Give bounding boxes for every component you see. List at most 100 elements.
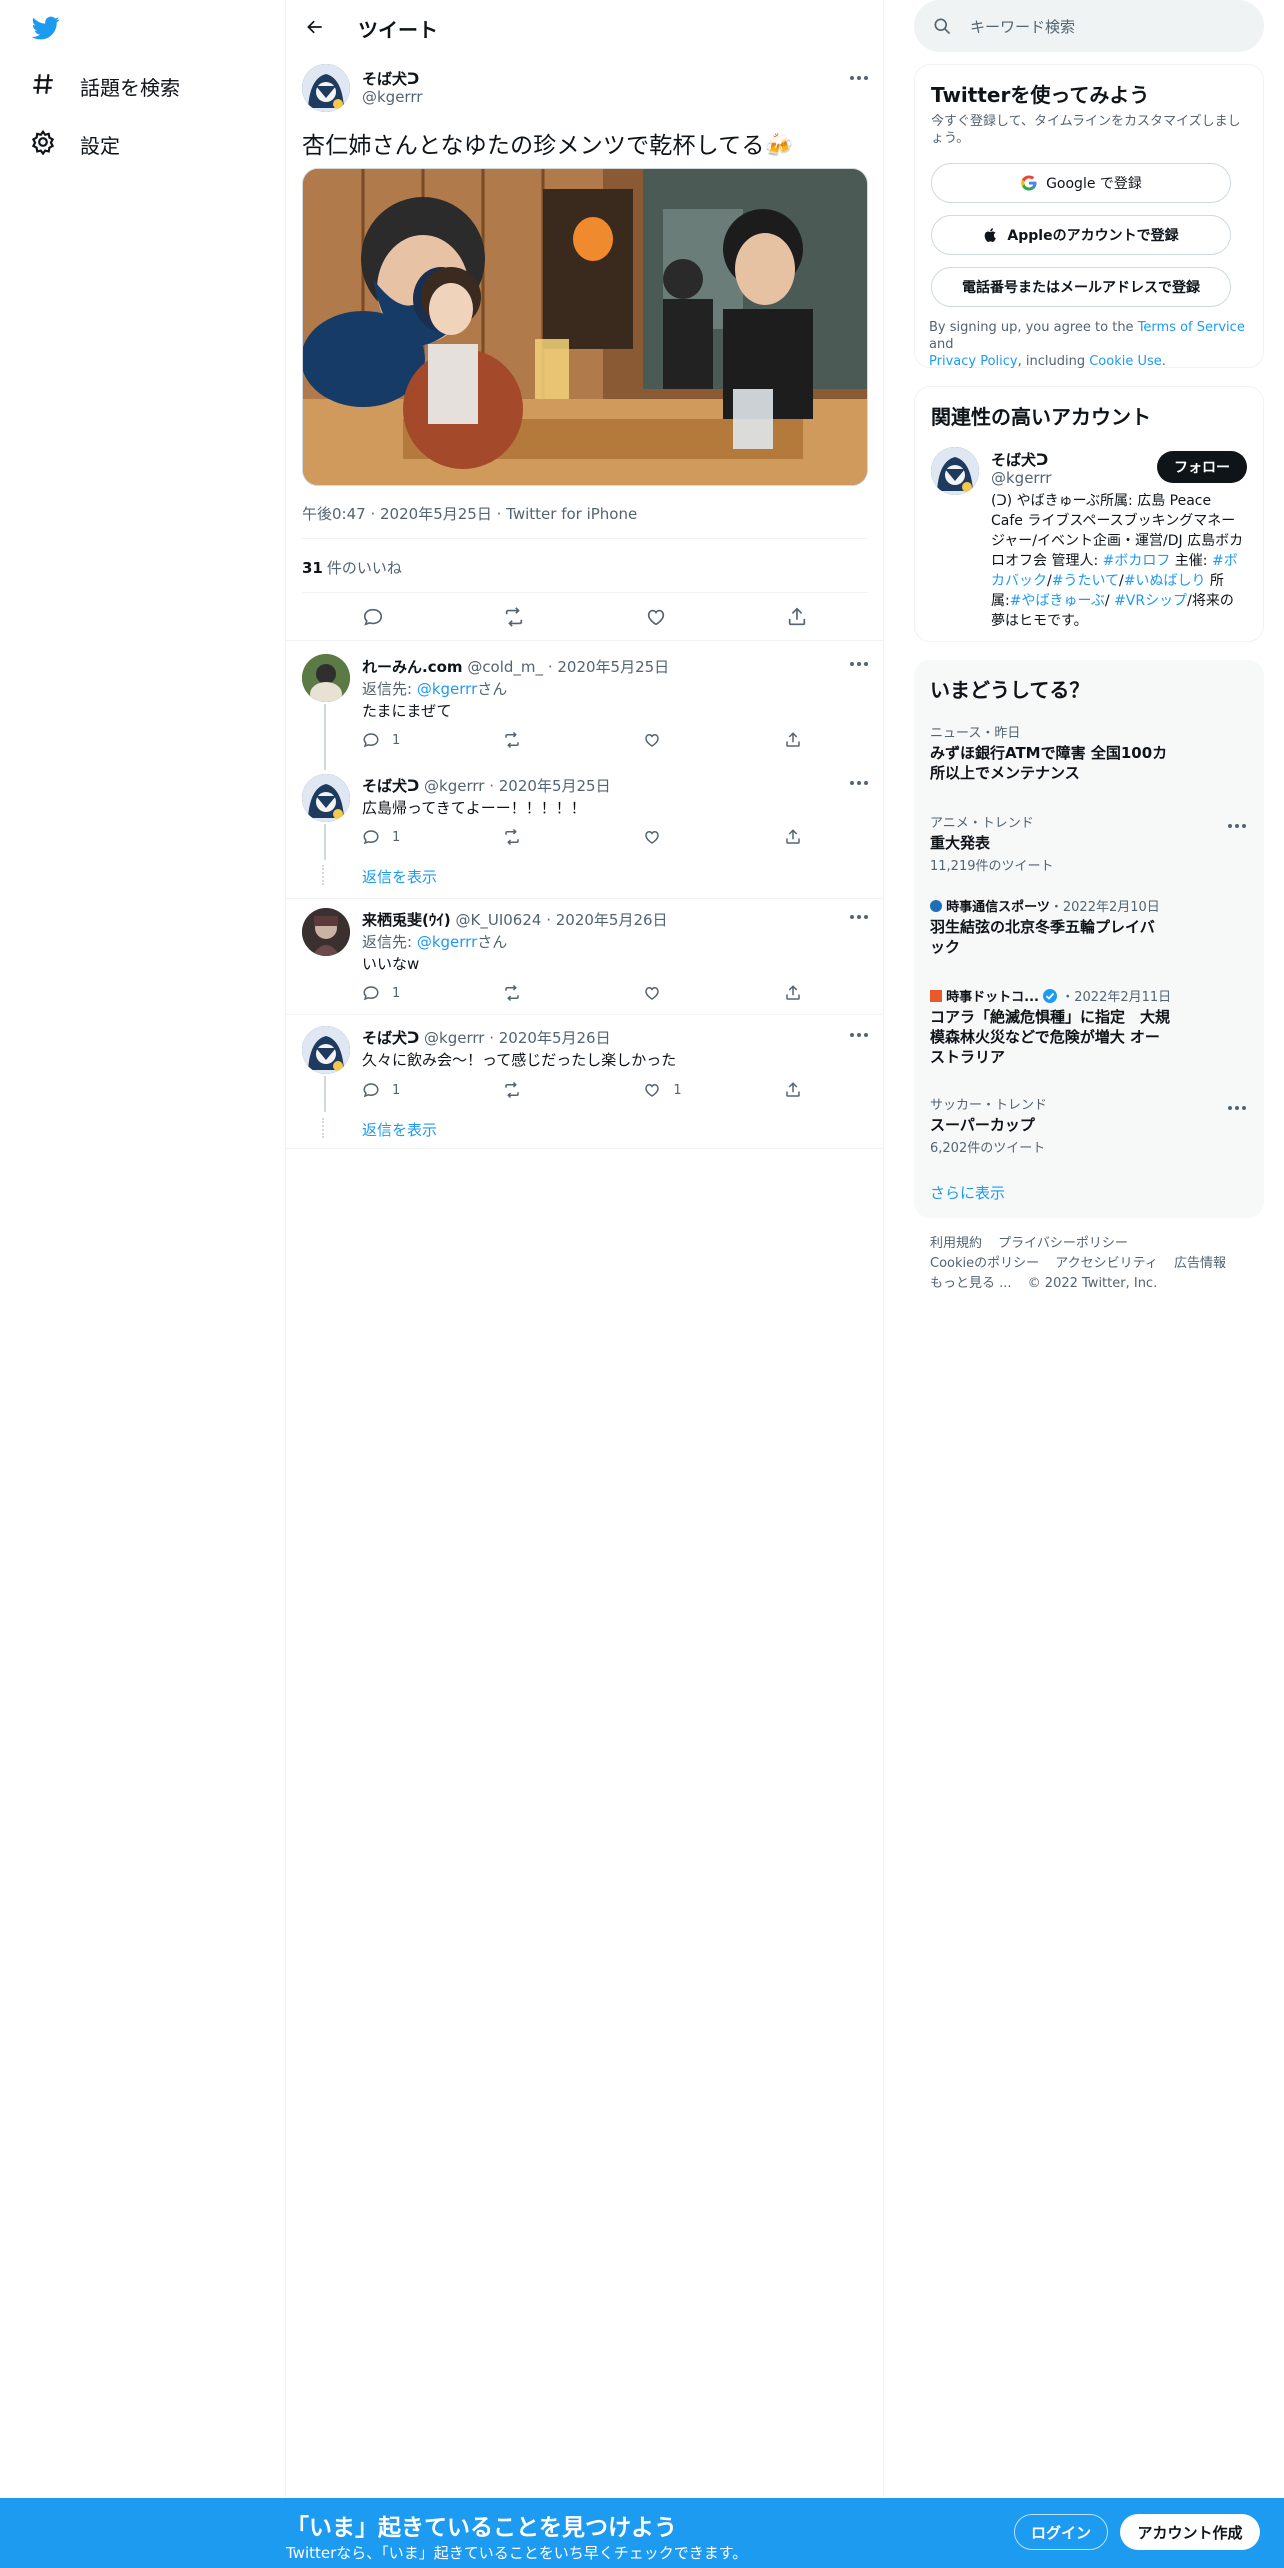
create-account-button[interactable]: アカウント作成 (1120, 2514, 1260, 2550)
back-arrow-icon[interactable] (300, 12, 330, 42)
search-icon (934, 18, 951, 35)
tweet-client: Twitter for iPhone (506, 505, 638, 523)
reply-date[interactable]: 2020年5月25日 (499, 777, 611, 795)
bio-hashtag[interactable]: #やばきゅーぶ (1010, 593, 1105, 609)
bio-hashtag[interactable]: #うたいて (1052, 573, 1119, 589)
footer-terms[interactable]: 利用規約 (930, 1236, 982, 1251)
trend-item[interactable]: アニメ・トレンド 重大発表 11,219件のツイート (930, 812, 1250, 874)
related-name[interactable]: そば犬ᑐ (991, 449, 1048, 470)
page-title: ツイート (358, 18, 438, 42)
bio-hashtag[interactable]: #VRシップ (1114, 593, 1187, 609)
reply-date[interactable]: 2020年5月26日 (556, 911, 668, 929)
reply-handle[interactable]: @kgerrr (424, 1029, 484, 1047)
more-options-icon[interactable] (850, 781, 868, 785)
follow-button[interactable]: フォロー (1157, 451, 1247, 483)
author-handle[interactable]: @kgerrr (362, 88, 422, 106)
like-button[interactable] (643, 984, 743, 1002)
google-signup-button[interactable]: Google で登録 (931, 163, 1231, 203)
share-icon[interactable] (786, 606, 808, 632)
retweet-button[interactable] (503, 731, 603, 749)
footer-cookie[interactable]: Cookieのポリシー (930, 1256, 1039, 1271)
phone-signup-label: 電話番号またはメールアドレスで登録 (962, 280, 1200, 296)
reply-button[interactable]: 1 (362, 984, 462, 1002)
like-button[interactable] (643, 828, 743, 846)
reply-icon[interactable] (362, 606, 384, 632)
reply-name[interactable]: そば犬ᑐ (362, 1029, 419, 1047)
twitter-logo-icon[interactable] (30, 14, 66, 44)
footer-more[interactable]: もっと見る ... (930, 1276, 1012, 1291)
terms-link[interactable]: Terms of Service (1138, 320, 1245, 335)
more-options-icon[interactable] (850, 915, 868, 919)
reply-handle[interactable]: @cold_m_ (467, 658, 543, 676)
phone-signup-button[interactable]: 電話番号またはメールアドレスで登録 (931, 267, 1231, 307)
bio-hashtag[interactable]: #ボカロフ (1103, 553, 1171, 569)
trend-item[interactable]: 時事ドットコ... ・2022年2月11日 コアラ「絶滅危惧種」に指定 大規模森… (930, 986, 1250, 1067)
bio-hashtag[interactable]: #いぬばしり (1124, 573, 1206, 589)
reply-name[interactable]: 来栖兎斐(ｳｲ) (362, 911, 451, 929)
reply-date[interactable]: 2020年5月26日 (499, 1029, 611, 1047)
login-button[interactable]: ログイン (1014, 2514, 1108, 2550)
share-button[interactable] (784, 828, 802, 846)
tweet-time[interactable]: 午後0:47 (302, 505, 366, 523)
apple-signup-button[interactable]: Appleのアカウントで登録 (931, 215, 1231, 255)
reply-avatar[interactable] (302, 774, 350, 822)
tweet-date[interactable]: 2020年5月25日 (380, 505, 492, 523)
more-options-icon[interactable] (1228, 824, 1246, 828)
reply-avatar[interactable] (302, 654, 350, 702)
trend-date: ・2022年2月11日 (1061, 990, 1172, 1005)
reply-avatar[interactable] (302, 1026, 350, 1074)
reply-avatar[interactable] (302, 908, 350, 956)
reply-actions: 1 1 (362, 1081, 802, 1099)
nav-settings[interactable]: 設定 (30, 124, 120, 164)
reply-to-handle[interactable]: @kgerrr (417, 933, 477, 951)
reply-header: そば犬ᑐ @kgerrr · 2020年5月25日 (362, 777, 611, 795)
related-handle[interactable]: @kgerrr (991, 469, 1051, 487)
trend-item[interactable]: サッカー・トレンド スーパーカップ 6,202件のツイート (930, 1094, 1250, 1156)
retweet-icon[interactable] (503, 606, 525, 632)
trend-item[interactable]: ニュース・昨日 みずほ銀行ATMで障害 全国100カ所以上でメンテナンス (930, 722, 1250, 783)
show-more-link[interactable]: さらに表示 (930, 1182, 1005, 1203)
likes-summary[interactable]: 31 件のいいね (302, 557, 402, 578)
footer-accessibility[interactable]: アクセシビリティ (1055, 1256, 1158, 1271)
divider (302, 538, 868, 539)
like-button[interactable] (643, 731, 743, 749)
share-button[interactable] (784, 1081, 802, 1099)
search-input[interactable]: キーワード検索 (970, 16, 1075, 37)
more-options-icon[interactable] (850, 76, 868, 80)
reply-to-handle[interactable]: @kgerrr (417, 680, 477, 698)
reply-handle[interactable]: @kgerrr (424, 777, 484, 795)
more-options-icon[interactable] (850, 1033, 868, 1037)
trend-item[interactable]: 時事通信スポーツ・2022年2月10日 羽生結弦の北京冬季五輪プレイバック (930, 896, 1250, 957)
reply-handle[interactable]: @K_UI0624 (456, 911, 542, 929)
more-options-icon[interactable] (1228, 1106, 1246, 1110)
nav-explore[interactable]: 話題を検索 (30, 66, 180, 106)
show-replies-link[interactable]: 返信を表示 (362, 866, 437, 887)
tweet-photo[interactable] (302, 168, 868, 486)
footer-ads[interactable]: 広告情報 (1174, 1256, 1226, 1271)
author-avatar[interactable] (302, 64, 350, 112)
reply-to-line: 返信先: @kgerrrさん (362, 933, 508, 951)
search-bar[interactable]: キーワード検索 (914, 0, 1264, 52)
reply-date[interactable]: 2020年5月25日 (557, 658, 669, 676)
author-name[interactable]: そば犬ᑐ (362, 68, 419, 89)
share-button[interactable] (784, 984, 802, 1002)
reply-name[interactable]: れーみん.com (362, 658, 463, 676)
like-icon[interactable] (645, 606, 667, 632)
trend-source: 時事通信スポーツ (946, 900, 1050, 915)
reply-button[interactable]: 1 (362, 828, 462, 846)
retweet-button[interactable] (503, 1081, 603, 1099)
reply-button[interactable]: 1 (362, 731, 462, 749)
share-button[interactable] (784, 731, 802, 749)
reply-name[interactable]: そば犬ᑐ (362, 777, 419, 795)
like-button[interactable]: 1 (643, 1081, 743, 1099)
retweet-button[interactable] (503, 984, 603, 1002)
cookie-link[interactable]: Cookie Use (1089, 354, 1162, 369)
related-avatar[interactable] (931, 447, 979, 495)
footer-privacy[interactable]: プライバシーポリシー (998, 1236, 1128, 1251)
retweet-button[interactable] (503, 828, 603, 846)
show-replies-link[interactable]: 返信を表示 (362, 1119, 437, 1140)
more-options-icon[interactable] (850, 662, 868, 666)
reply-button[interactable]: 1 (362, 1081, 462, 1099)
hashtag-icon (30, 71, 56, 102)
privacy-link[interactable]: Privacy Policy (929, 354, 1018, 369)
